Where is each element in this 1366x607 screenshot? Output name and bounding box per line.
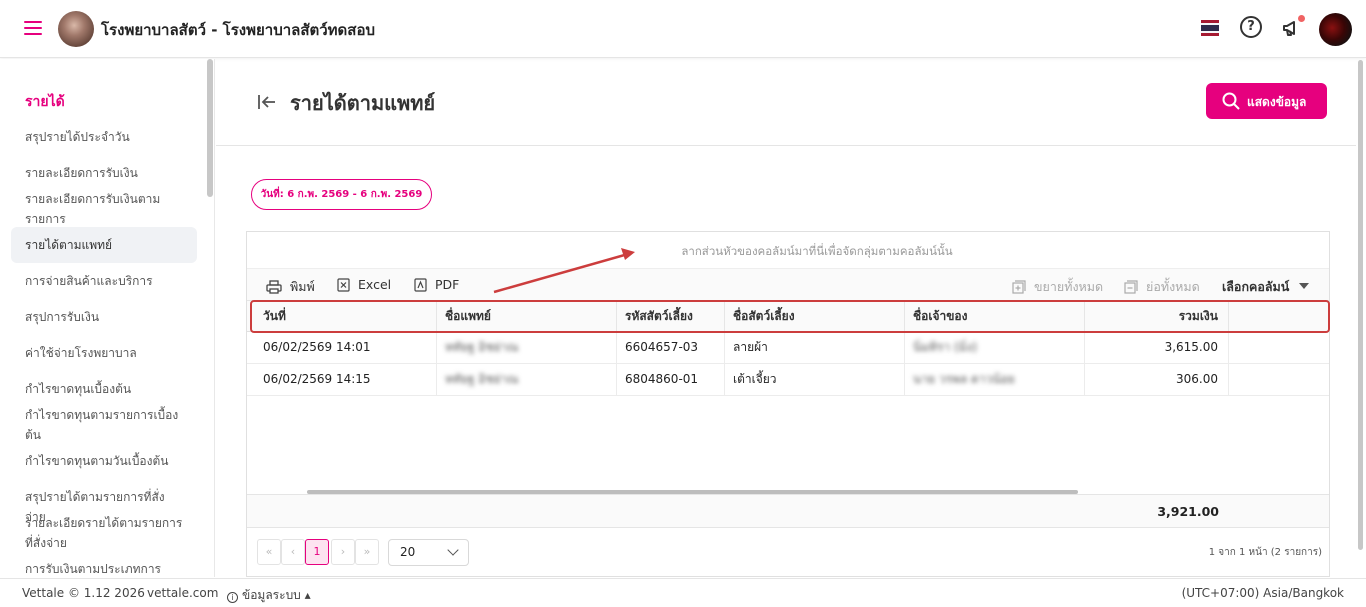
app-title: โรงพยาบาลสัตว์ - โรงพยาบาลสัตว์ทดสอบ bbox=[101, 21, 375, 39]
redacted-doctor-name: หทัยฐ อิชย่าณ bbox=[445, 372, 519, 386]
sidebar-item-payment-details[interactable]: รายละเอียดการรับเงิน bbox=[11, 163, 197, 183]
sidebar-item-hospital-expenses[interactable]: ค่าใช้จ่ายโรงพยาบาล bbox=[11, 343, 197, 363]
redacted-owner-name: นาย วรพล ดาวน้อย bbox=[913, 372, 1015, 386]
user-avatar[interactable] bbox=[1319, 13, 1352, 46]
system-info-label: ข้อมูลระบบ bbox=[242, 588, 301, 602]
footer-copyright: Vettale © 1.12 2026 bbox=[22, 586, 145, 600]
footer: Vettale © 1.12 2026 vettale.com i ข้อมูลร… bbox=[0, 578, 1366, 607]
help-icon[interactable]: ? bbox=[1240, 16, 1262, 38]
sidebar-item-payment-by-type[interactable]: การรับเงินตามประเภทการชำระ bbox=[11, 559, 197, 577]
page-info: 1 จาก 1 หน้า (2 รายการ) bbox=[1208, 547, 1322, 558]
cell-pet-code: 6604657-03 bbox=[617, 332, 725, 363]
excel-icon bbox=[337, 278, 350, 292]
sidebar-header: รายได้ bbox=[25, 94, 65, 110]
date-range-badge: วันที่: 6 ก.พ. 2569 - 6 ก.พ. 2569 bbox=[251, 179, 432, 210]
printer-icon bbox=[266, 280, 282, 294]
table-row[interactable]: 06/02/2569 14:01 หทัยฐ อิชย่าณ 6604657-0… bbox=[247, 332, 1329, 364]
hospital-logo bbox=[58, 11, 94, 47]
redacted-owner-name: นิ่มทิรา (มิ่ง) bbox=[913, 340, 978, 354]
group-panel-hint[interactable]: ลากส่วนหัวของคอลัมน์มาที่นี่เพื่อจัดกลุ่… bbox=[247, 232, 1329, 268]
cell-pet-code: 6804860-01 bbox=[617, 364, 725, 395]
top-bar: โรงพยาบาลสัตว์ - โรงพยาบาลสัตว์ทดสอบ ? bbox=[0, 0, 1366, 58]
sidebar-item-income-details-by-prescription[interactable]: รายละเอียดรายได้ตามรายการที่สั่งจ่าย bbox=[11, 513, 197, 553]
current-page-button[interactable]: 1 bbox=[305, 539, 329, 565]
cell-pet-name: ลายผ้า bbox=[725, 332, 905, 363]
grid-toolbar: พิมพ์ Excel PDF ขยายทั้งหมด ย่อทั้งหมด เ… bbox=[247, 268, 1329, 300]
excel-export-button[interactable]: Excel bbox=[337, 277, 391, 292]
column-header-total[interactable]: รวมเงิน bbox=[1085, 301, 1229, 332]
cell-owner: นาย วรพล ดาวน้อย bbox=[905, 364, 1085, 395]
caret-down-icon bbox=[1299, 283, 1310, 289]
expand-icon bbox=[1012, 280, 1026, 294]
thai-flag-icon[interactable] bbox=[1201, 20, 1219, 36]
sidebar-scrollbar[interactable] bbox=[207, 59, 213, 197]
system-info-link[interactable]: i ข้อมูลระบบ ▴ bbox=[227, 586, 311, 605]
collapse-icon bbox=[1124, 280, 1138, 294]
cell-doctor: หทัยฐ อิชย่าณ bbox=[437, 332, 617, 363]
collapse-all-button[interactable]: ย่อทั้งหมด bbox=[1124, 277, 1200, 297]
column-header-owner[interactable]: ชื่อเจ้าของ bbox=[905, 301, 1085, 332]
cell-pet-name: เต้าเจี้ยว bbox=[725, 364, 905, 395]
show-data-label: แสดงข้อมูล bbox=[1247, 95, 1307, 109]
cell-date: 06/02/2569 14:01 bbox=[255, 332, 437, 363]
sidebar-item-payment-by-item[interactable]: รายละเอียดการรับเงินตามรายการ bbox=[11, 189, 197, 229]
last-page-button[interactable]: » bbox=[355, 539, 379, 565]
notification-dot bbox=[1298, 15, 1305, 22]
pdf-export-button[interactable]: PDF bbox=[414, 277, 459, 292]
page-size-value: 20 bbox=[400, 545, 416, 559]
page-header: รายได้ตามแพทย์ แสดงข้อมูล bbox=[216, 59, 1356, 146]
show-data-button[interactable]: แสดงข้อมูล bbox=[1206, 83, 1327, 119]
expand-all-button[interactable]: ขยายทั้งหมด bbox=[1012, 277, 1103, 297]
page-title: รายได้ตามแพทย์ bbox=[290, 91, 436, 115]
next-page-button[interactable]: › bbox=[331, 539, 355, 565]
pdf-icon bbox=[414, 278, 427, 292]
cell-doctor: หทัยฐ อิชย่าณ bbox=[437, 364, 617, 395]
cell-date: 06/02/2569 14:15 bbox=[255, 364, 437, 395]
redacted-doctor-name: หทัยฐ อิชย่าณ bbox=[445, 340, 519, 354]
column-header-date[interactable]: วันที่ bbox=[255, 301, 437, 332]
sidebar-item-daily-income[interactable]: สรุปรายได้ประจำวัน bbox=[11, 127, 197, 147]
back-arrow-icon[interactable] bbox=[257, 92, 277, 112]
sidebar-item-pnl-by-item[interactable]: กำไรขาดทุนตามรายการเบื้องต้น bbox=[11, 405, 197, 445]
prev-page-button[interactable]: ‹ bbox=[281, 539, 305, 565]
footer-timezone: (UTC+07:00) Asia/Bangkok bbox=[1181, 586, 1344, 600]
print-button[interactable]: พิมพ์ bbox=[266, 277, 315, 297]
sidebar-item-pnl-by-day[interactable]: กำไรขาดทุนตามวันเบื้องต้น bbox=[11, 451, 197, 471]
page-size-select[interactable]: 20 bbox=[388, 539, 469, 566]
column-header-pet-name[interactable]: ชื่อสัตว์เลี้ยง bbox=[725, 301, 905, 332]
column-header-pet-code[interactable]: รหัสสัตว์เลี้ยง bbox=[617, 301, 725, 332]
sidebar-item-payment-summary[interactable]: สรุปการรับเงิน bbox=[11, 307, 197, 327]
cell-total: 3,615.00 bbox=[1085, 332, 1229, 363]
cell-total: 306.00 bbox=[1085, 364, 1229, 395]
column-header-doctor[interactable]: ชื่อแพทย์ bbox=[437, 301, 617, 332]
cell-owner: นิ่มทิรา (มิ่ง) bbox=[905, 332, 1085, 363]
main-content: รายได้ตามแพทย์ แสดงข้อมูล วันที่: 6 ก.พ.… bbox=[216, 59, 1356, 577]
excel-label: Excel bbox=[358, 277, 392, 292]
info-icon: i bbox=[227, 592, 238, 603]
data-grid: ลากส่วนหัวของคอลัมน์มาที่นี่เพื่อจัดกลุ่… bbox=[246, 231, 1330, 577]
grid-header-row: วันที่ ชื่อแพทย์ รหัสสัตว์เลี้ยง ชื่อสัต… bbox=[247, 300, 1329, 332]
expand-all-label: ขยายทั้งหมด bbox=[1034, 279, 1104, 294]
collapse-all-label: ย่อทั้งหมด bbox=[1146, 279, 1200, 294]
footer-site-link[interactable]: vettale.com bbox=[147, 586, 218, 600]
print-label: พิมพ์ bbox=[290, 279, 315, 294]
search-icon bbox=[1222, 92, 1240, 110]
sidebar: รายได้ สรุปรายได้ประจำวัน รายละเอียดการร… bbox=[0, 59, 215, 577]
sidebar-item-product-dispense[interactable]: การจ่ายสินค้าและบริการ bbox=[11, 271, 197, 291]
column-chooser-label: เลือกคอลัมน์ bbox=[1222, 279, 1290, 294]
first-page-button[interactable]: « bbox=[257, 539, 281, 565]
grand-total-value: 3,921.00 bbox=[1157, 504, 1219, 519]
pdf-label: PDF bbox=[435, 277, 460, 292]
column-chooser-dropdown[interactable]: เลือกคอลัมน์ bbox=[1222, 277, 1310, 297]
menu-icon[interactable] bbox=[24, 21, 42, 35]
chevron-down-icon bbox=[447, 544, 459, 556]
main-scrollbar[interactable] bbox=[1358, 60, 1363, 550]
grid-footer-total: 3,921.00 bbox=[247, 494, 1329, 528]
sidebar-item-basic-pnl[interactable]: กำไรขาดทุนเบื้องต้น bbox=[11, 379, 197, 399]
sidebar-item-income-by-doctor[interactable]: รายได้ตามแพทย์ bbox=[11, 227, 197, 263]
table-row[interactable]: 06/02/2569 14:15 หทัยฐ อิชย่าณ 6804860-0… bbox=[247, 364, 1329, 396]
